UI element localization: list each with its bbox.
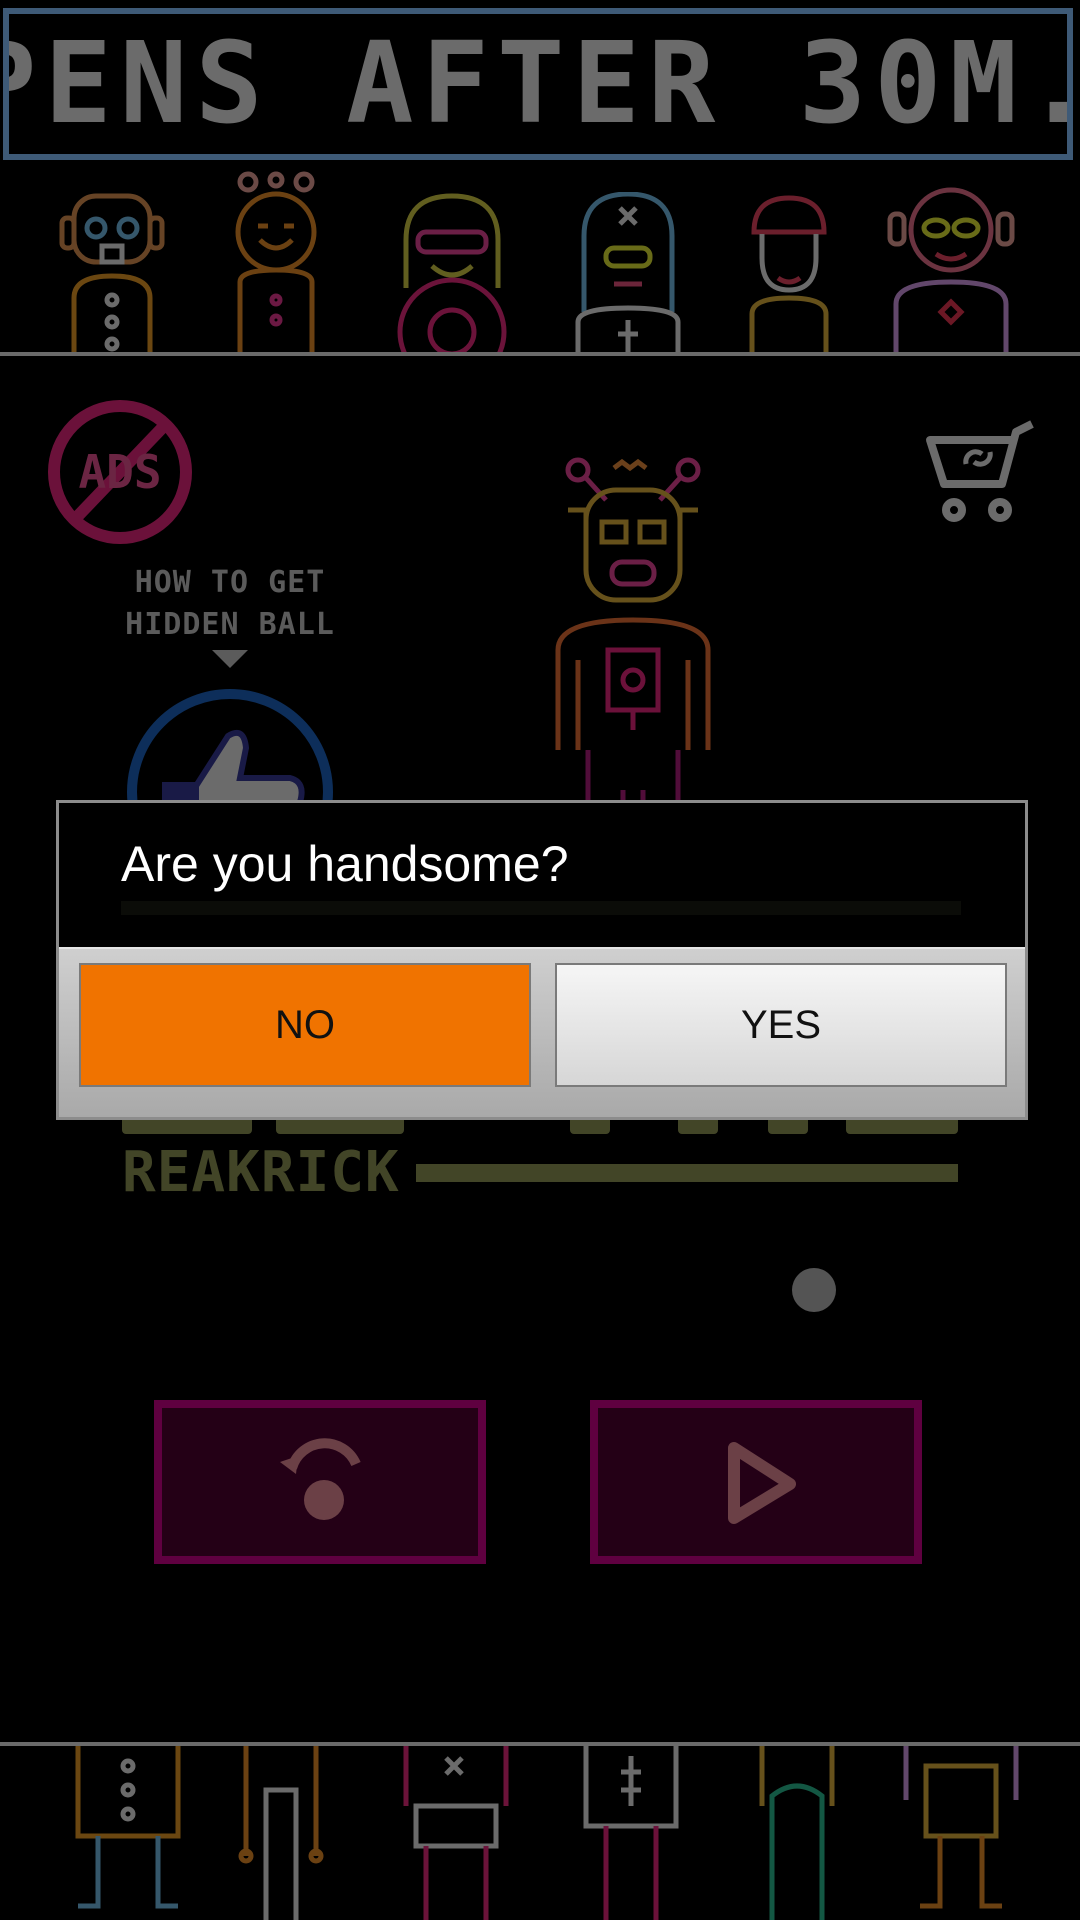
hint-line-1: HOW TO GET: [134, 565, 326, 600]
restart-button[interactable]: [154, 1400, 486, 1564]
character-strip-top: [0, 168, 1080, 354]
dialog-divider: [121, 901, 961, 915]
character-legs-6-icon: [903, 1746, 1019, 1909]
character-cap-icon[interactable]: [744, 194, 834, 354]
ticker-banner: PENS AFTER 30M..: [3, 8, 1073, 160]
yes-button[interactable]: YES: [555, 963, 1007, 1087]
stat-bar-stub: [122, 1118, 252, 1134]
character-robot-icon[interactable]: [52, 188, 172, 354]
character-legs-2-icon: [238, 1746, 324, 1920]
ball-indicator: [792, 1268, 836, 1312]
stat-bar-stub: [678, 1118, 718, 1134]
dialog-title: Are you handsome?: [121, 836, 569, 892]
character-strip-bottom: [0, 1746, 1080, 1920]
dialog-button-bar: NO YES: [59, 947, 1025, 1117]
no-ads-label: ADS: [78, 445, 161, 499]
stat-bar-stub: [846, 1118, 958, 1134]
top-divider: [0, 352, 1080, 356]
game-screen: PENS AFTER 30M..: [0, 0, 1080, 1920]
character-hooded-icon[interactable]: [570, 192, 686, 354]
hidden-ball-hint[interactable]: HOW TO GET HIDDEN BALL: [110, 562, 350, 646]
character-clown-icon[interactable]: [876, 184, 1026, 354]
play-icon: [728, 1442, 796, 1524]
player-name: REAKRICK: [122, 1140, 400, 1205]
character-legs-4-icon: [583, 1746, 679, 1920]
confirm-dialog: Are you handsome? NO YES: [56, 800, 1028, 1120]
character-legs-1-icon: [75, 1746, 181, 1909]
player-progress-bar: [416, 1164, 958, 1182]
no-button[interactable]: NO: [79, 963, 531, 1087]
no-ads-icon[interactable]: ADS: [46, 398, 194, 546]
restart-icon: [280, 1438, 361, 1520]
stat-bar-stub: [570, 1118, 610, 1134]
stat-bar-stub: [768, 1118, 808, 1134]
shop-cart-icon[interactable]: [924, 418, 1036, 522]
character-antenna-icon[interactable]: [226, 170, 326, 354]
play-button[interactable]: [590, 1400, 922, 1564]
character-legs-3-icon: [403, 1746, 509, 1920]
character-sunglasses-icon[interactable]: [392, 192, 512, 354]
ticker-text: PENS AFTER 30M..: [9, 19, 1067, 149]
hint-arrow-icon: [212, 650, 248, 668]
character-legs-5-icon: [759, 1746, 835, 1920]
stat-bar-stub: [276, 1118, 404, 1134]
hint-line-2: HIDDEN BALL: [125, 607, 335, 642]
